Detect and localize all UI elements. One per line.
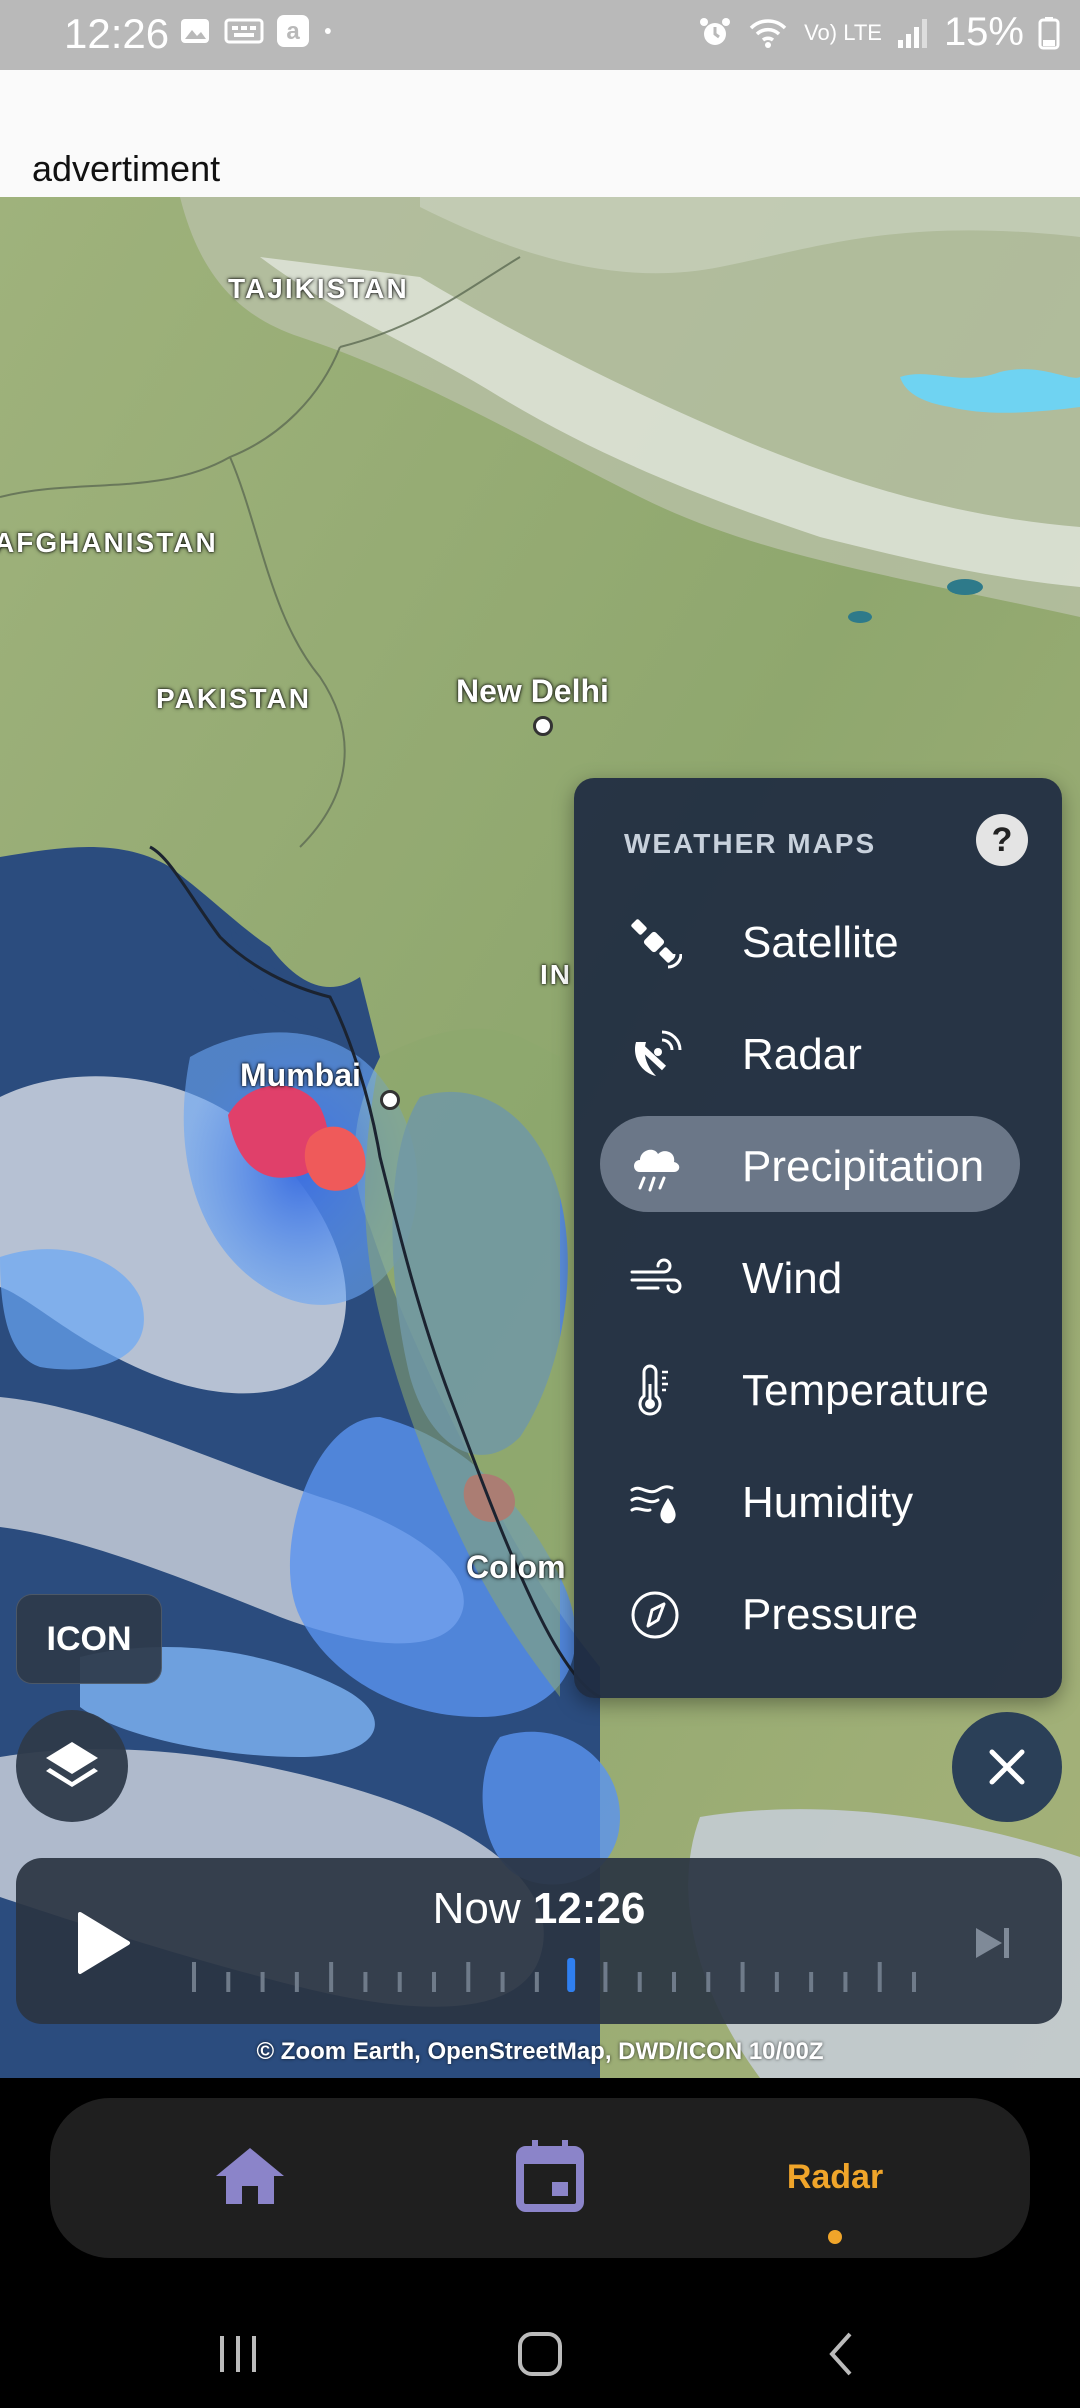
home-system-icon[interactable] [510, 2324, 570, 2384]
map-label-afghanistan: AFGHANISTAN [0, 527, 218, 558]
timeline-tick [397, 1972, 402, 1992]
menu-item-radar[interactable]: Radar [600, 1004, 1020, 1100]
menu-item-label: Satellite [742, 918, 899, 967]
nav-radar-label: Radar [786, 2158, 884, 2196]
help-button[interactable]: ? [976, 814, 1028, 866]
a-app-icon: a [277, 15, 309, 47]
svg-text:a: a [286, 18, 300, 45]
bottom-nav: Radar [50, 2098, 1030, 2258]
menu-item-label: Humidity [742, 1478, 914, 1527]
timeline-now-label: Now [432, 1884, 521, 1933]
menu-item-precipitation[interactable]: Precipitation [600, 1116, 1020, 1212]
wind-icon [630, 1258, 682, 1294]
timeline-tick [534, 1972, 539, 1992]
active-indicator [828, 2230, 842, 2244]
humidity-icon [630, 1485, 676, 1524]
menu-item-wind[interactable]: Wind [600, 1228, 1020, 1324]
timeline-tick [466, 1962, 471, 1992]
timeline-bar: Now 12:26 [16, 1858, 1062, 2024]
timeline-tick [740, 1962, 745, 1992]
menu-item-label: Precipitation [742, 1142, 985, 1191]
timeline-tick [192, 1962, 196, 1992]
satellite-icon [631, 919, 682, 969]
battery-icon [1038, 16, 1060, 49]
model-button[interactable]: ICON [16, 1594, 162, 1684]
timeline-now-time: 12:26 [532, 1884, 646, 1933]
menu-item-label: Wind [742, 1254, 843, 1303]
volte-text: Vo) LTE [804, 19, 882, 45]
timeline-tick [226, 1972, 231, 1992]
map-city-dot [380, 1090, 400, 1110]
timeline-tick [500, 1972, 505, 1992]
home-icon [216, 2148, 284, 2204]
volte-icon: Vo) LTE [804, 21, 882, 43]
compass-gauge-icon [631, 1591, 679, 1639]
ad-banner[interactable]: advertiment [0, 70, 1080, 197]
signal-icon [897, 18, 927, 48]
status-bar: 12:26 a Vo) LTE 15% [0, 0, 1080, 70]
radar-dish-icon [634, 1030, 682, 1076]
system-nav-bar [0, 2310, 1080, 2400]
layers-button[interactable] [16, 1710, 128, 1822]
map-city-dot [533, 716, 553, 736]
map-label-pakistan: PAKISTAN [156, 683, 311, 714]
menu-item-label: Temperature [742, 1366, 990, 1415]
thermometer-icon [638, 1364, 668, 1416]
timeline-tick [843, 1972, 848, 1992]
close-icon [989, 1749, 1025, 1785]
weather-maps-title: WEATHER MAPS [624, 828, 877, 859]
timeline-tick [912, 1972, 916, 1992]
menu-item-satellite[interactable]: Satellite [600, 892, 1020, 988]
nav-radar[interactable]: Radar [750, 2098, 920, 2258]
nav-calendar[interactable] [500, 2098, 600, 2258]
map-city-colombo: Colom [466, 1549, 566, 1585]
weather-maps-menu: WEATHER MAPS ? Satellite Radar Precipita… [574, 778, 1062, 1698]
timeline-tick [637, 1972, 642, 1992]
timeline-current-marker[interactable] [567, 1958, 576, 1992]
map-label-india: IN [540, 959, 572, 990]
dot-icon [324, 28, 331, 34]
menu-item-pressure[interactable]: Pressure [600, 1564, 1020, 1660]
rain-cloud-icon [634, 1149, 680, 1192]
gallery-icon [181, 19, 209, 43]
nav-home[interactable] [200, 2098, 300, 2258]
timeline-tick [809, 1972, 814, 1992]
image-icon [224, 18, 264, 44]
recents-icon[interactable] [208, 2324, 268, 2384]
timeline-tick [774, 1972, 779, 1992]
map-city-mumbai: Mumbai [240, 1057, 361, 1093]
status-time: 12:26 [64, 10, 170, 57]
timeline-tick [294, 1972, 299, 1992]
timeline-tick [363, 1972, 368, 1992]
menu-item-label: Pressure [742, 1590, 919, 1639]
layers-icon [46, 1742, 98, 1787]
close-menu-button[interactable] [952, 1712, 1062, 1822]
map-city-new-delhi: New Delhi [456, 673, 609, 709]
timeline-tick [329, 1962, 334, 1992]
menu-item-label: Radar [742, 1030, 862, 1079]
timeline-time: Now 12:26 [16, 1884, 1062, 1934]
ad-label: advertiment [32, 148, 221, 189]
alarm-icon [700, 17, 731, 45]
timeline-scrubber[interactable] [184, 1956, 924, 1996]
timeline-tick [672, 1972, 676, 1992]
map-label-tajikistan: TAJIKISTAN [228, 273, 409, 304]
menu-item-humidity[interactable]: Humidity [600, 1452, 1020, 1548]
timeline-tick [432, 1972, 436, 1992]
timeline-tick [877, 1962, 882, 1992]
skip-end-icon[interactable] [970, 1920, 1016, 1966]
timeline-tick [603, 1962, 608, 1992]
timeline-tick [706, 1972, 711, 1992]
back-icon[interactable] [812, 2324, 872, 2384]
bottom-area: Radar [0, 2078, 1080, 2408]
wifi-icon [749, 18, 787, 48]
timeline-tick [260, 1972, 265, 1992]
menu-item-temperature[interactable]: Temperature [600, 1340, 1020, 1436]
calendar-icon [516, 2140, 584, 2212]
map-attribution: © Zoom Earth, OpenStreetMap, DWD/ICON 10… [256, 2038, 824, 2065]
battery-percent: 15% [943, 10, 1024, 54]
